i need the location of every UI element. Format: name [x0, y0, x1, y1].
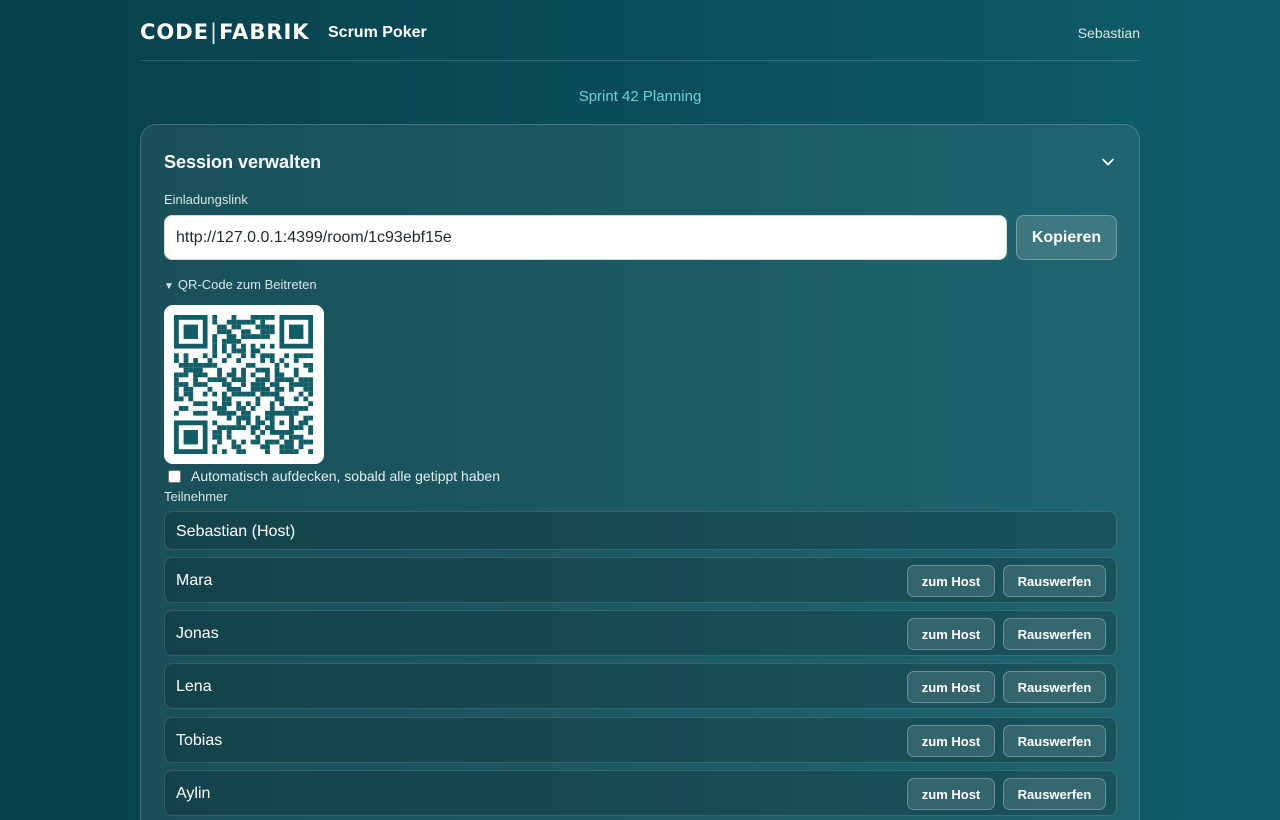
make-host-button[interactable]: zum Host	[907, 671, 995, 703]
participant-name: Tobias	[176, 732, 223, 749]
auto-reveal-checkbox[interactable]	[168, 469, 181, 483]
qr-code-toggle-label: QR-Code zum Beitreten	[177, 277, 317, 292]
participant-row: Lena zum Host Rauswerfen	[164, 663, 1117, 709]
participant-name: Aylin	[176, 785, 211, 802]
kick-participant-button[interactable]: Rauswerfen	[1003, 778, 1106, 810]
make-host-button[interactable]: zum Host	[907, 725, 995, 757]
participant-row-host: Sebastian (Host)	[164, 511, 1117, 550]
current-user-name[interactable]: Sebastian	[1078, 24, 1140, 42]
disclosure-triangle-icon: ▼	[164, 281, 174, 292]
qr-code-image	[174, 315, 313, 454]
participant-name: Jonas	[176, 625, 219, 642]
participants-label: Teilnehmer	[164, 489, 228, 504]
codefabrik-logo[interactable]: CODE|FABRIK	[140, 20, 310, 44]
participant-row: Jonas zum Host Rauswerfen	[164, 610, 1117, 656]
qr-code-toggle[interactable]: ▼ QR-Code zum Beitreten	[164, 277, 317, 295]
kick-participant-button[interactable]: Rauswerfen	[1003, 565, 1106, 597]
logo-separator: |	[210, 20, 219, 44]
kick-participant-button[interactable]: Rauswerfen	[1003, 725, 1106, 757]
participant-row: Tobias zum Host Rauswerfen	[164, 717, 1117, 763]
logo-code: CODE	[140, 20, 210, 44]
make-host-button[interactable]: zum Host	[907, 778, 995, 810]
make-host-button[interactable]: zum Host	[907, 565, 995, 597]
chevron-down-icon[interactable]	[1101, 155, 1115, 169]
logo-fabrik: FABRIK	[219, 20, 310, 44]
auto-reveal-option[interactable]: Automatisch aufdecken, sobald alle getip…	[168, 468, 500, 484]
session-management-panel: Session verwalten Einladungslink Kopiere…	[140, 124, 1140, 820]
qr-code	[164, 305, 324, 464]
participant-row: Aylin zum Host Rauswerfen	[164, 770, 1117, 816]
participant-name: Lena	[176, 678, 212, 695]
app-title: Scrum Poker	[328, 24, 427, 41]
kick-participant-button[interactable]: Rauswerfen	[1003, 671, 1106, 703]
kick-participant-button[interactable]: Rauswerfen	[1003, 618, 1106, 650]
invite-link-label: Einladungslink	[164, 192, 248, 207]
make-host-button[interactable]: zum Host	[907, 618, 995, 650]
copy-link-button[interactable]: Kopieren	[1016, 215, 1117, 260]
auto-reveal-label: Automatisch aufdecken, sobald alle getip…	[191, 468, 500, 484]
app-header: CODE|FABRIK Scrum Poker Sebastian	[140, 0, 1140, 61]
invite-link-input[interactable]	[164, 215, 1007, 260]
participant-name: Sebastian (Host)	[176, 523, 296, 540]
session-name: Sprint 42 Planning	[578, 88, 702, 105]
participant-name: Mara	[176, 572, 213, 589]
panel-title: Session verwalten	[164, 152, 322, 172]
participant-row: Mara zum Host Rauswerfen	[164, 557, 1117, 603]
